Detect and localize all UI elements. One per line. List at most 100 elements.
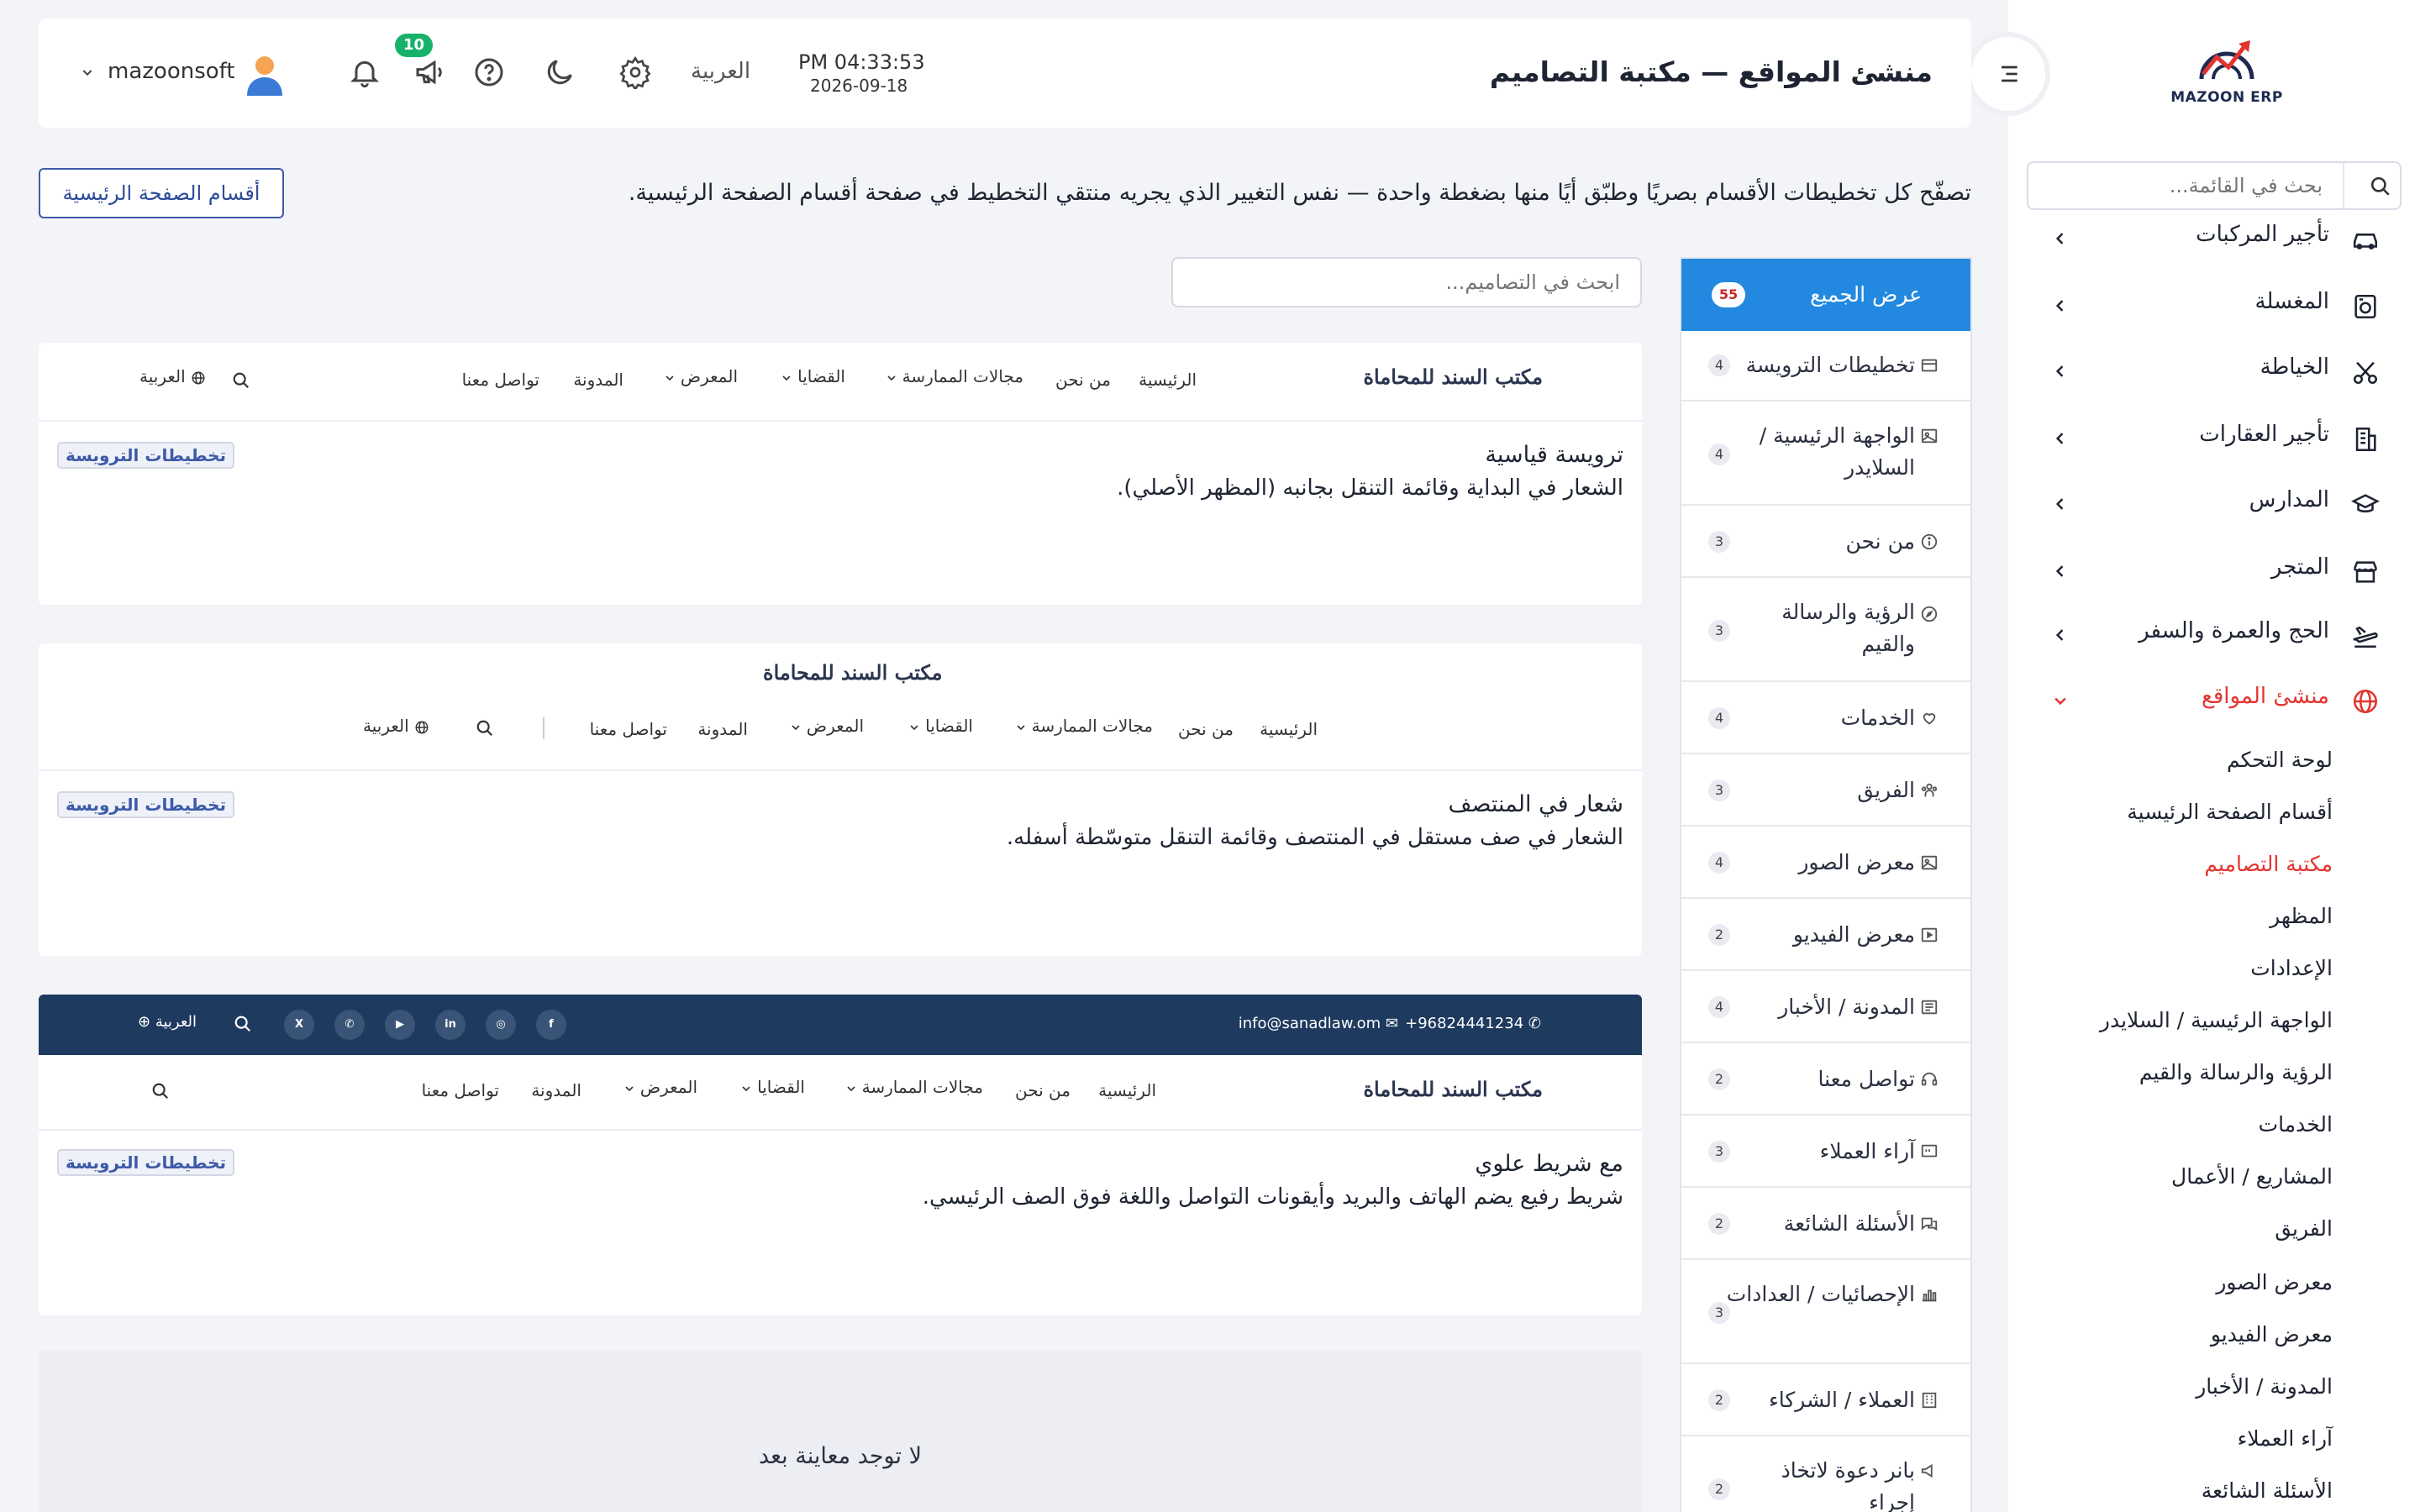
sidebar-item-real-estate[interactable]: تأجير العقارات [2008, 413, 2420, 464]
mazoon-erp-logo[interactable]: MAZOON ERP [2160, 37, 2294, 113]
subitem-vision-mission[interactable]: الرؤية والرسالة والقيم [2139, 1060, 2333, 1084]
x-twitter-icon: X [284, 1010, 314, 1040]
search-icon [234, 1015, 252, 1033]
avatar[interactable] [245, 54, 284, 96]
top-header: منشئ المواقع — مكتبة التصاميم PM 04:33:5… [39, 18, 1971, 128]
nav-label: مجالات الممارسة [902, 366, 1023, 386]
category-vision[interactable]: الرؤية والرسالة والقيم 3 [1681, 578, 1970, 682]
chevron-down-icon [2052, 692, 2069, 709]
subitem-photo-gallery[interactable]: معرض الصور [2216, 1270, 2333, 1294]
sidebar-item-laundry[interactable]: المغسلة [2008, 281, 2420, 331]
caret-down-icon [782, 375, 791, 381]
preview-nav-about: من نحن [1015, 1080, 1071, 1100]
help-icon[interactable] [472, 55, 506, 89]
gear-icon[interactable] [618, 55, 652, 89]
nav-label: المعرض [680, 366, 738, 386]
category-count: 4 [1708, 707, 1730, 729]
layout-icon [1920, 356, 1939, 375]
preview-nav-cases: القضايا [782, 366, 845, 386]
preview-nav-contact: تواصل معنا [461, 370, 539, 390]
category-about[interactable]: من نحن 3 [1681, 506, 1970, 578]
username[interactable]: mazoonsoft [108, 59, 235, 84]
sidebar-toggle-button[interactable] [1971, 37, 2045, 111]
nav-label: القضايا [925, 716, 973, 736]
category-count: 4 [1708, 444, 1730, 465]
sidebar: MAZOON ERP تأجير المركبات المغسلة الخياط… [2008, 0, 2420, 1512]
sidebar-item-site-builder[interactable]: منشئ المواقع [2008, 675, 2420, 726]
megaphone-icon[interactable] [413, 55, 447, 89]
clock-time: PM 04:33:53 [798, 50, 925, 74]
instagram-icon: ◎ [486, 1010, 516, 1040]
category-team[interactable]: الفريق 3 [1681, 754, 1970, 827]
subitem-services[interactable]: الخدمات [2259, 1112, 2333, 1137]
search-icon[interactable] [2370, 176, 2391, 197]
facebook-icon: f [536, 1010, 566, 1040]
subitem-testimonials[interactable]: آراء العملاء [2238, 1426, 2333, 1451]
building-icon [2351, 425, 2380, 454]
category-cta-banner[interactable]: بانر دعوة لاتخاذ إجراء 2 [1681, 1436, 1970, 1512]
subitem-team[interactable]: الفريق [2275, 1216, 2333, 1241]
bell-icon[interactable] [348, 55, 381, 89]
category-services[interactable]: الخدمات 4 [1681, 682, 1970, 754]
category-testimonials[interactable]: آراء العملاء 3 [1681, 1116, 1970, 1188]
design-card[interactable]: مكتب السند للمحاماة الرئيسية من نحن مجال… [39, 643, 1642, 956]
subitem-homepage-sections[interactable]: أقسام الصفحة الرئيسية [2127, 800, 2333, 824]
preview-language: العربية [139, 366, 206, 386]
mail-icon: ✉ [1385, 1015, 1398, 1032]
subitem-faq[interactable]: الأسئلة الشائعة [2202, 1478, 2333, 1503]
chevron-down-icon[interactable] [81, 66, 94, 79]
sidebar-item-hajj-travel[interactable]: الحج والعمرة والسفر [2008, 610, 2420, 660]
nav-label: مجالات الممارسة [861, 1077, 983, 1097]
globe-icon [2351, 687, 2380, 716]
category-list: عرض الجميع 55 تخطيطات الترويسة 4 الواجهة… [1680, 257, 1972, 1512]
category-label: عرض الجميع [1810, 282, 1922, 307]
sidebar-item-label: تأجير المركبات [2196, 222, 2329, 247]
nav-label: القضايا [797, 366, 845, 386]
search-icon [232, 371, 250, 390]
category-faq[interactable]: الأسئلة الشائعة 2 [1681, 1188, 1970, 1260]
sidebar-item-store[interactable]: المتجر [2008, 546, 2420, 596]
category-hero-slider[interactable]: الواجهة الرئيسية / السلايدر 4 [1681, 402, 1970, 506]
category-video-gallery[interactable]: معرض الفيديو 2 [1681, 899, 1970, 971]
preview-language: العربية [363, 716, 429, 736]
preview-logo: مكتب السند للمحاماة [763, 660, 943, 685]
sidebar-item-vehicle-rental[interactable]: تأجير المركبات [2008, 213, 2420, 264]
chat-icon [1920, 1215, 1939, 1233]
preview-nav-cases: القضايا [910, 716, 973, 736]
category-header-layouts[interactable]: تخطيطات الترويسة 4 [1681, 331, 1970, 402]
subitem-projects[interactable]: المشاريع / الأعمال [2171, 1164, 2333, 1189]
sidebar-item-schools[interactable]: المدارس [2008, 479, 2420, 529]
category-stats[interactable]: الإحصائيات / العدادات 3 [1681, 1260, 1970, 1364]
category-clients[interactable]: العملاء / الشركاء 2 [1681, 1364, 1970, 1436]
nav-label: المعرض [639, 1077, 697, 1097]
category-blog[interactable]: المدونة / الأخبار 4 [1681, 971, 1970, 1043]
category-all[interactable]: عرض الجميع 55 [1681, 259, 1970, 331]
category-label: الفريق [1857, 778, 1915, 802]
subitem-video-gallery[interactable]: معرض الفيديو [2211, 1322, 2333, 1347]
sidebar-item-tailoring[interactable]: الخياطة [2008, 346, 2420, 396]
subitem-blog[interactable]: المدونة / الأخبار [2196, 1374, 2333, 1399]
moon-icon[interactable] [543, 55, 576, 89]
nav-divider [543, 717, 544, 739]
category-contact[interactable]: تواصل معنا 2 [1681, 1043, 1970, 1116]
subitem-hero-slider[interactable]: الواجهة الرئيسية / السلايدر [2100, 1008, 2333, 1032]
subitem-design-library[interactable]: مكتبة التصاميم [2204, 852, 2333, 876]
design-category-tag: تخطيطات الترويسة [57, 442, 235, 469]
subitem-settings[interactable]: الإعدادات [2250, 956, 2333, 980]
category-photo-gallery[interactable]: معرض الصور 4 [1681, 827, 1970, 899]
design-card[interactable]: +96824441234 ✆ info@sanadlaw.om ✉ f ◎ in… [39, 995, 1642, 1315]
sidebar-search-input[interactable] [2028, 163, 2343, 208]
chevron-left-icon [2052, 430, 2069, 447]
preview-logo: مكتب السند للمحاماة [1363, 1077, 1543, 1101]
subitem-dashboard[interactable]: لوحة التحكم [2227, 748, 2333, 772]
homepage-sections-button[interactable]: أقسام الصفحة الرئيسية [39, 168, 284, 218]
menu-icon [1995, 60, 2022, 87]
design-search-input[interactable] [1171, 257, 1642, 307]
subitem-appearance[interactable]: المظهر [2270, 904, 2333, 928]
building-icon [1920, 1391, 1939, 1410]
announcements-badge: 10 [395, 34, 434, 57]
language-switcher[interactable]: العربية [691, 59, 750, 84]
design-card[interactable]: مكتب السند للمحاماة الرئيسية من نحن مجال… [39, 343, 1642, 605]
sidebar-item-label: المغسلة [2254, 289, 2329, 314]
design-card-no-preview[interactable]: لا توجد معاينة بعد [39, 1351, 1642, 1512]
